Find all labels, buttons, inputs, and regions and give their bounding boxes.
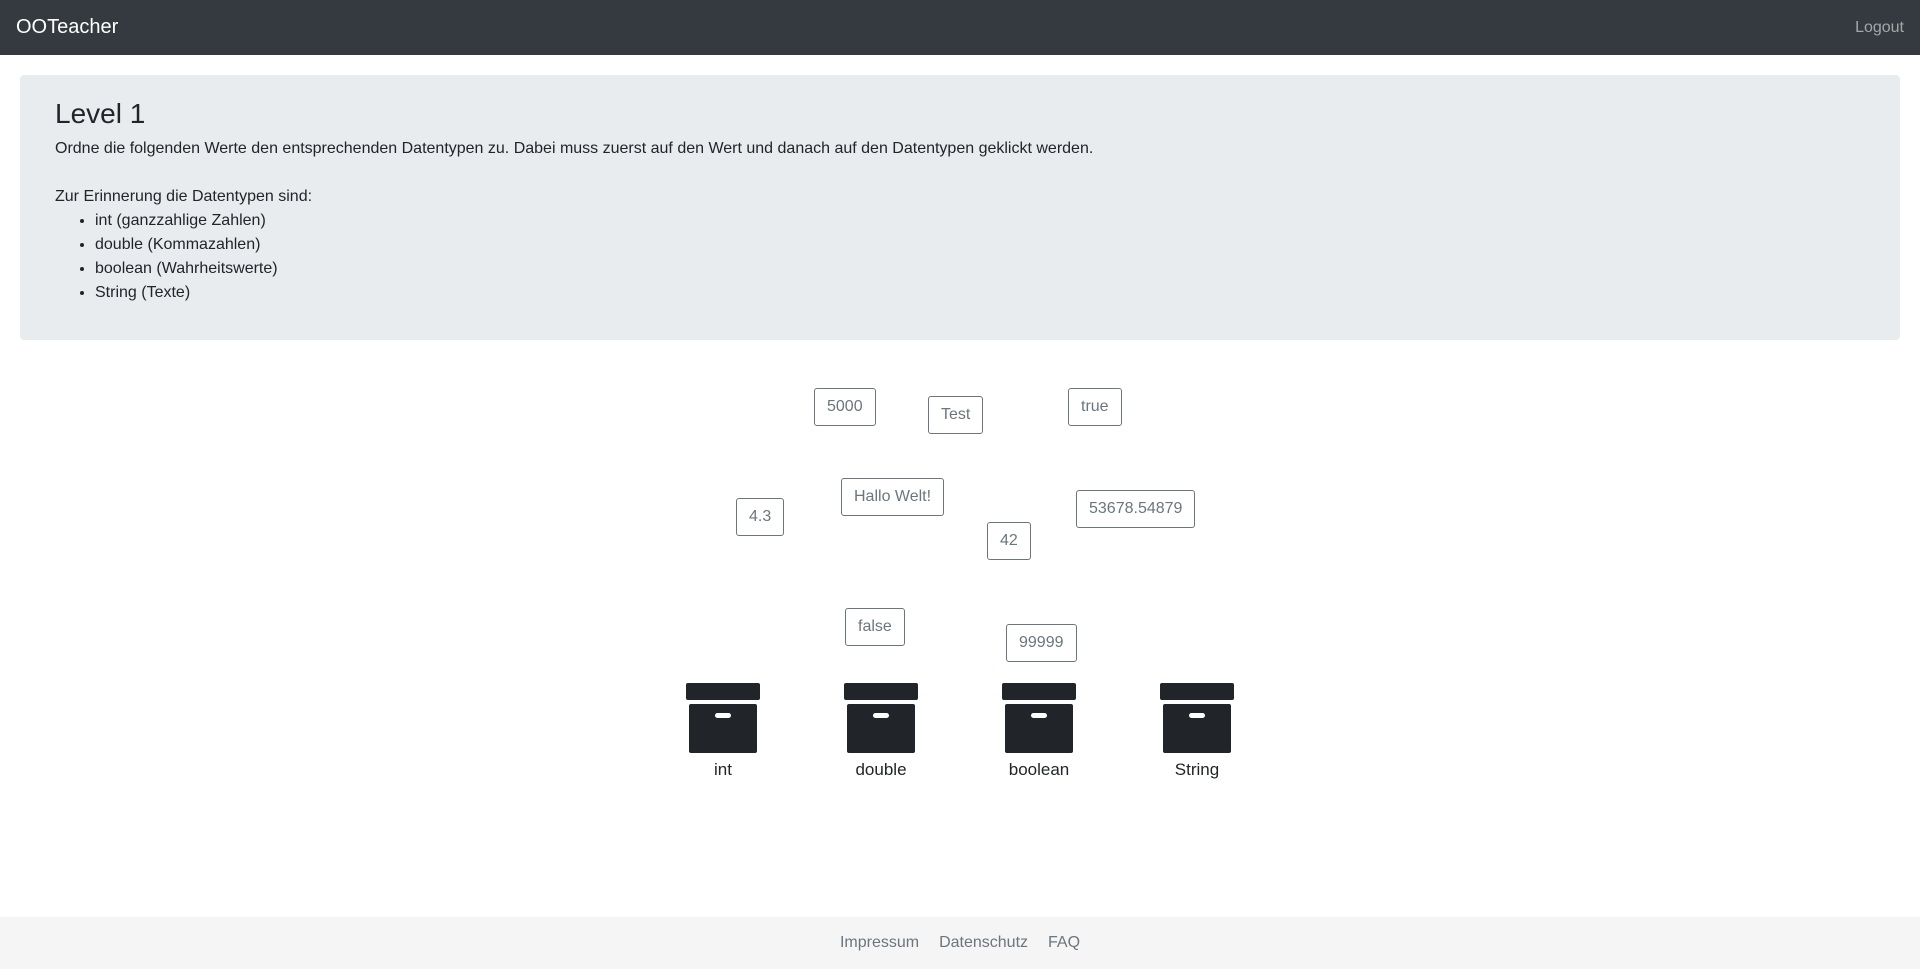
value-card[interactable]: 5000 [814, 388, 876, 426]
footer-link-faq[interactable]: FAQ [1048, 934, 1080, 952]
value-card[interactable]: false [845, 608, 905, 646]
value-card[interactable]: 53678.54879 [1076, 490, 1196, 528]
value-card[interactable]: 99999 [1006, 624, 1077, 662]
datatype-target-string[interactable]: String [1152, 683, 1242, 780]
footer: Impressum Datenschutz FAQ [0, 917, 1920, 969]
archive-box-icon [844, 683, 918, 753]
datatype-list-item: String (Texte) [95, 281, 1865, 305]
reminder-text: Zur Erinnerung die Datentypen sind: [55, 187, 313, 205]
datatype-list-item: boolean (Wahrheitswerte) [95, 257, 1865, 281]
archive-box-icon [1002, 683, 1076, 753]
value-card[interactable]: true [1068, 388, 1122, 426]
datatype-target-int[interactable]: int [678, 683, 768, 780]
datatype-label: double [855, 760, 907, 779]
datatype-label: boolean [1008, 760, 1070, 779]
datatype-list: int (ganzzahlige Zahlen) double (Kommaza… [55, 209, 1865, 305]
brand-link[interactable]: OOTeacher [16, 16, 118, 39]
datatype-target-boolean[interactable]: boolean [994, 683, 1084, 780]
logout-link[interactable]: Logout [1855, 19, 1904, 37]
archive-box-icon [1160, 683, 1234, 753]
datatype-label: int [714, 760, 732, 779]
game-area: 5000 Test true Hallo Welt! 4.3 53678.548… [0, 340, 1920, 820]
footer-link-datenschutz[interactable]: Datenschutz [939, 934, 1028, 952]
footer-link-impressum[interactable]: Impressum [840, 934, 919, 952]
datatype-target-double[interactable]: double [836, 683, 926, 780]
value-card[interactable]: Test [928, 396, 984, 434]
datatype-label: String [1174, 760, 1220, 779]
navbar: OOTeacher Logout [0, 0, 1920, 55]
archive-box-icon [686, 683, 760, 753]
level-intro: Level 1 Ordne die folgenden Werte den en… [20, 75, 1900, 340]
value-card[interactable]: 42 [987, 522, 1031, 560]
level-title: Level 1 [55, 98, 146, 129]
level-description: Ordne die folgenden Werte den entspreche… [55, 139, 1094, 157]
datatype-list-item: int (ganzzahlige Zahlen) [95, 209, 1865, 233]
datatype-list-item: double (Kommazahlen) [95, 233, 1865, 257]
value-card[interactable]: Hallo Welt! [841, 478, 945, 516]
value-card[interactable]: 4.3 [736, 498, 785, 536]
